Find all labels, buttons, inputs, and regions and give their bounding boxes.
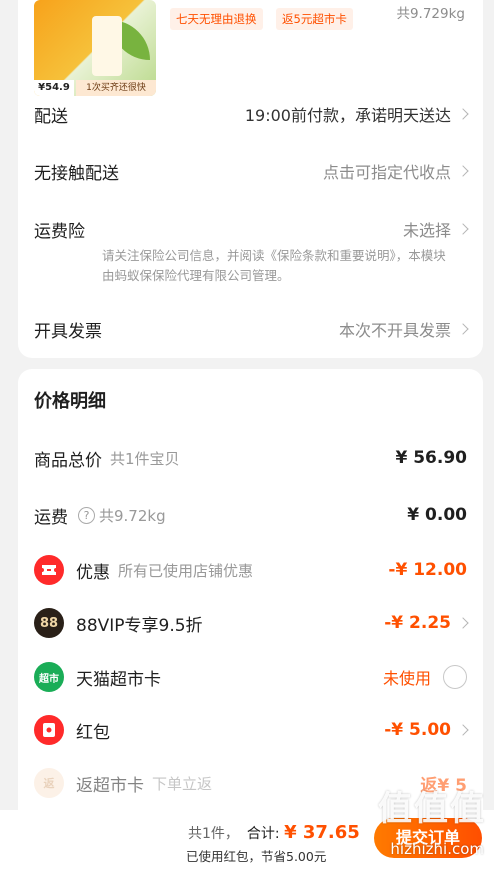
goods-total-row: 商品总价 共1件宝贝 ¥ 56.90 <box>34 446 467 471</box>
vip-discount-amount: -¥ 2.25 <box>384 613 451 633</box>
delivery-label: 配送 <box>34 106 68 127</box>
invoice-row[interactable]: 开具发票 本次不开具发票 <box>34 317 469 342</box>
red-packet-label: 红包 <box>76 722 110 743</box>
item-count: 共1件， <box>188 826 239 842</box>
insurance-note: 请关注保险公司信息，并阅读《保险条款和重要说明》，本模块由蚂蚁保保险代理有限公司… <box>102 248 446 283</box>
contactless-value-wrap: 点击可指定代收点 <box>322 159 469 183</box>
info-icon[interactable]: ? <box>78 506 95 524</box>
delivery-value: 19:00前付款，承诺明天送达 <box>244 106 451 125</box>
chevron-right-icon <box>457 223 469 235</box>
shipping-fee-amount-wrap: ¥ 0.00 <box>407 505 467 525</box>
supermarket-card-icon: 超市 <box>34 662 64 692</box>
watermark-site: hizhizhi.com <box>390 840 484 858</box>
invoice-value-wrap: 本次不开具发票 <box>338 317 469 341</box>
red-packet-row[interactable]: 红包 -¥ 5.00 <box>34 715 469 745</box>
red-packet-amount: -¥ 5.00 <box>384 720 451 740</box>
chevron-right-icon <box>457 165 469 177</box>
vip-discount-amount-wrap: -¥ 2.25 <box>384 613 469 633</box>
cashback-desc: 下单立返 <box>152 774 213 793</box>
vip-discount-row[interactable]: 88 88VIP专享9.5折 -¥ 2.25 <box>34 608 469 638</box>
bottle-graphic <box>92 16 122 76</box>
invoice-label: 开具发票 <box>34 321 102 342</box>
product-promo-badge: 1次买齐还很快 <box>76 80 156 96</box>
discount-amount: -¥ 12.00 <box>388 560 467 580</box>
shipping-fee-amount: ¥ 0.00 <box>407 505 467 525</box>
price-detail-card: 价格明细 商品总价 共1件宝贝 ¥ 56.90 运费 ? 共9.72kg ¥ 0… <box>18 369 483 824</box>
shipping-insurance-row[interactable]: 运费险 未选择 <box>34 217 469 242</box>
vip-88-icon: 88 <box>34 608 64 638</box>
supermarket-card-radio[interactable] <box>443 665 467 689</box>
supermarket-card-status-wrap: 未使用 <box>383 665 467 689</box>
supermarket-card-row[interactable]: 超市 天猫超市卡 未使用 <box>34 662 467 692</box>
supermarket-card-label: 天猫超市卡 <box>76 669 161 690</box>
contactless-label: 无接触配送 <box>34 163 119 184</box>
watermark-logo: 值值值 <box>378 789 486 829</box>
shipping-weight: 共9.72kg <box>99 506 166 525</box>
order-summary: 共1件， 合计: ¥ 37.65 <box>188 822 360 843</box>
chevron-right-icon <box>457 617 469 629</box>
goods-total-amount-wrap: ¥ 56.90 <box>395 448 467 468</box>
goods-total-label: 商品总价 <box>34 450 102 471</box>
red-packet-amount-wrap: -¥ 5.00 <box>384 720 469 740</box>
savings-note: 已使用红包，节省5.00元 <box>186 849 327 864</box>
discount-desc: 所有已使用店铺优惠 <box>118 561 254 580</box>
shipping-insurance-value: 未选择 <box>402 221 451 240</box>
vip-discount-label: 88VIP专享9.5折 <box>76 615 203 636</box>
red-packet-icon <box>34 715 64 745</box>
contactless-value: 点击可指定代收点 <box>322 163 451 182</box>
shipping-insurance-label: 运费险 <box>34 221 85 242</box>
supermarket-card-status: 未使用 <box>382 669 431 688</box>
chevron-right-icon <box>457 108 469 120</box>
coupon-icon <box>34 555 64 585</box>
product-price-badge: ¥54.9 <box>34 80 74 96</box>
product-thumbnail[interactable]: ¥54.9 1次买齐还很快 <box>34 0 156 96</box>
checkout-bar: 共1件， 合计: ¥ 37.65 已使用红包，节省5.00元 提交订单 值值值 h… <box>0 789 494 870</box>
invoice-value: 本次不开具发票 <box>338 321 451 340</box>
delivery-value-wrap: 19:00前付款，承诺明天送达 <box>244 102 469 126</box>
shipping-fee-row: 运费 ? 共9.72kg ¥ 0.00 <box>34 503 467 528</box>
total-label: 合计: <box>246 826 280 842</box>
cashback-label: 返超市卡 <box>76 775 144 796</box>
cashback-icon: 返 <box>34 768 64 798</box>
goods-total-amount: ¥ 56.90 <box>395 448 467 468</box>
cashback-tag: 返5元超市卡 <box>276 8 353 30</box>
goods-count: 共1件宝贝 <box>110 449 180 468</box>
discount-label: 优惠 <box>76 562 110 583</box>
chevron-right-icon <box>457 323 469 335</box>
delivery-row[interactable]: 配送 19:00前付款，承诺明天送达 <box>34 102 469 127</box>
product-weight: 共9.729kg <box>396 6 465 22</box>
discount-row[interactable]: 优惠 所有已使用店铺优惠 -¥ 12.00 <box>34 555 467 585</box>
order-options-card: ¥54.9 1次买齐还很快 七天无理由退换 返5元超市卡 共9.729kg 配送… <box>18 0 483 358</box>
chevron-right-icon <box>457 724 469 736</box>
total-amount: ¥ 37.65 <box>284 822 360 843</box>
return-policy-tag: 七天无理由退换 <box>170 8 263 30</box>
shipping-insurance-value-wrap: 未选择 <box>402 217 469 241</box>
shipping-fee-label: 运费 <box>34 507 68 528</box>
contactless-row[interactable]: 无接触配送 点击可指定代收点 <box>34 159 469 184</box>
price-detail-title: 价格明细 <box>34 391 106 412</box>
discount-amount-wrap: -¥ 12.00 <box>388 560 467 580</box>
